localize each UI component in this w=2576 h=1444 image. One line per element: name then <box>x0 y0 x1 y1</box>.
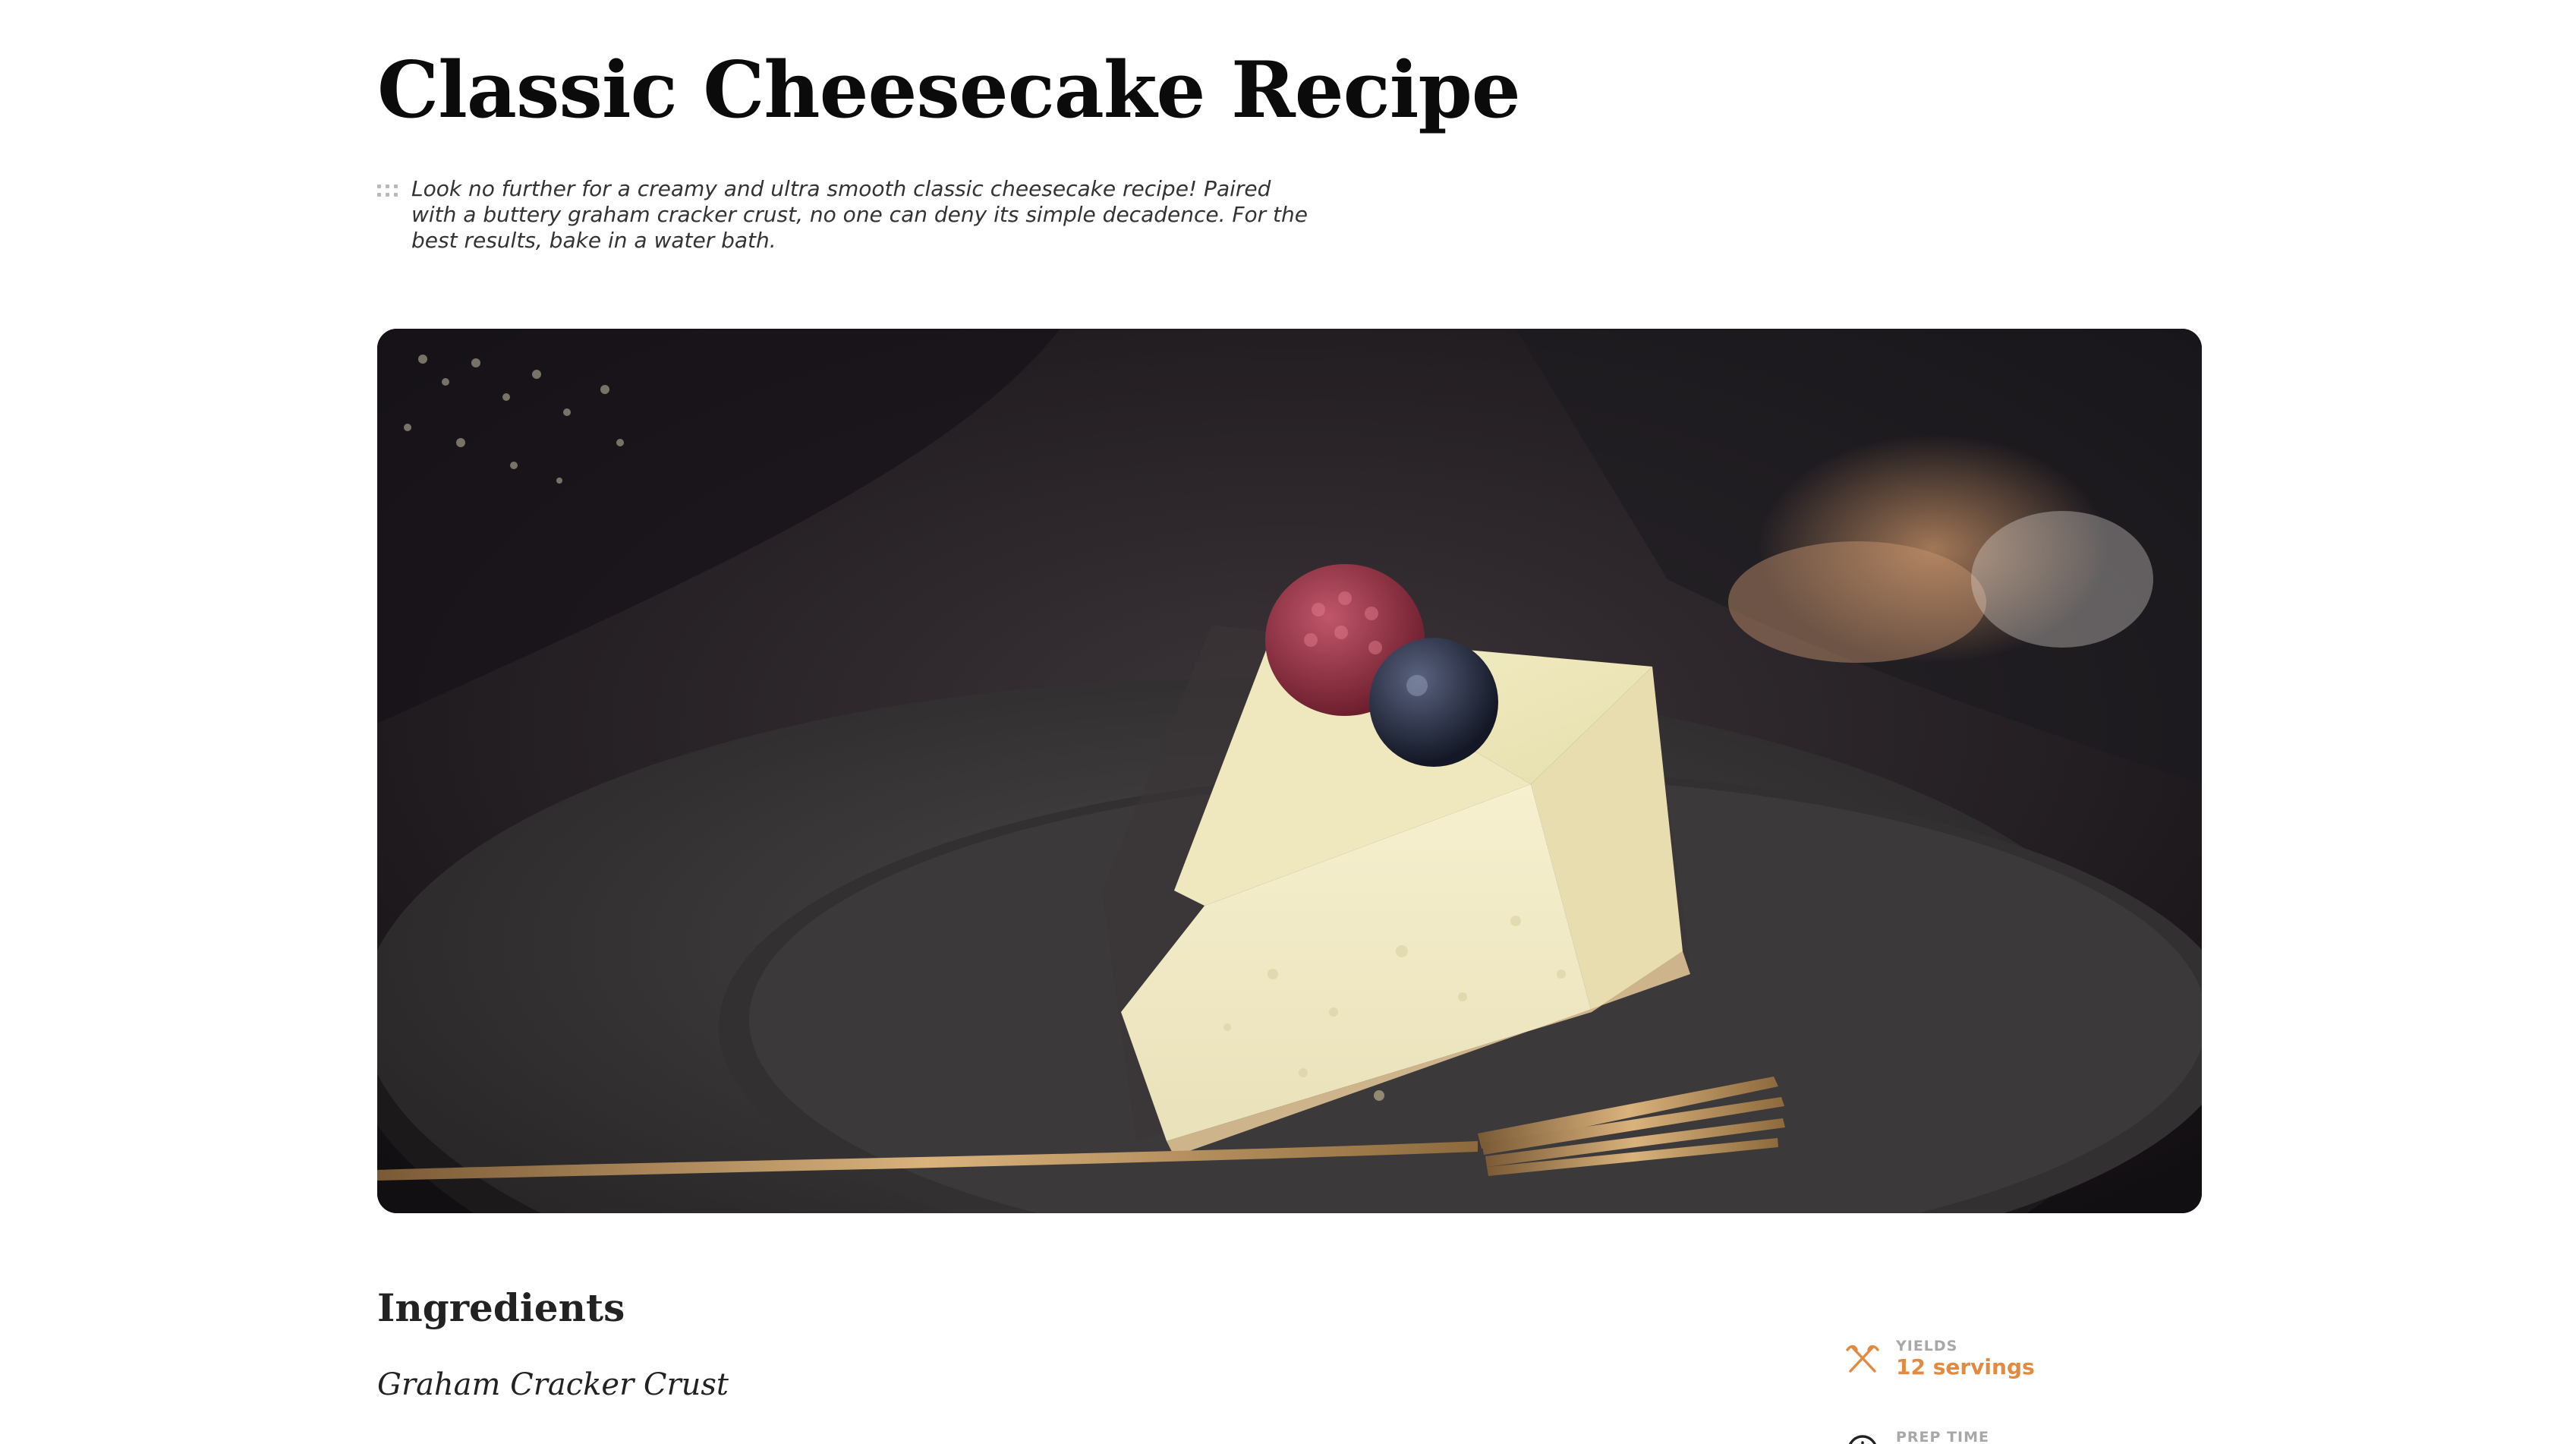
prep-time-meta: PREP TIME <box>1846 1429 2195 1444</box>
drag-handle-icon[interactable] <box>377 184 398 198</box>
clock-icon <box>1849 1435 1876 1444</box>
recipe-description: Look no further for a creamy and ultra s… <box>411 176 1308 253</box>
utensils-icon <box>1846 1345 1879 1373</box>
yields-label: YIELDS <box>1896 1338 1958 1354</box>
hero-photo-illustration <box>377 329 2202 1213</box>
recipe-page: Classic Cheesecake Recipe Look no furthe… <box>0 0 2576 1444</box>
ingredients-heading: Ingredients <box>377 1285 625 1330</box>
ingredients-section-title: Graham Cracker Crust <box>377 1367 729 1402</box>
yields-value: 12 servings <box>1896 1354 2035 1379</box>
page-title: Classic Cheesecake Recipe <box>377 45 1521 136</box>
prep-time-label: PREP TIME <box>1896 1429 1989 1444</box>
hero-image <box>377 329 2202 1213</box>
yields-meta: YIELDS 12 servings <box>1846 1338 2195 1386</box>
